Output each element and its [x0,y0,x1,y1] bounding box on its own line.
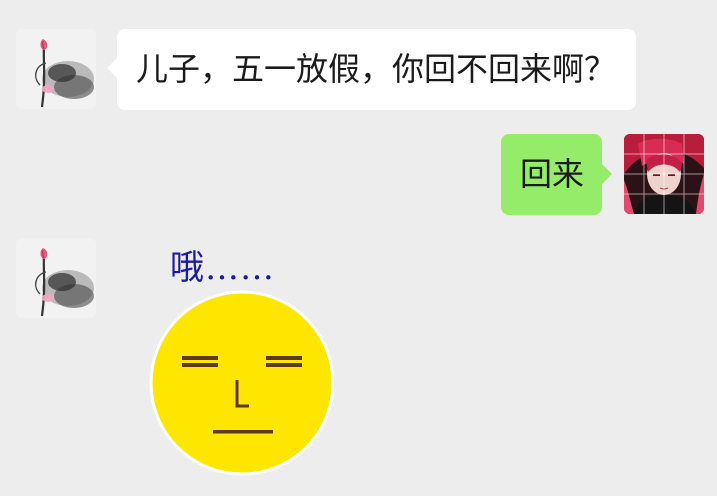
outgoing-message-bubble[interactable]: 回来 [501,134,612,215]
incoming-message-bubble[interactable]: 儿子，五一放假，你回不回来啊？ [107,29,636,110]
sticker-message[interactable]: 哦…… [144,240,344,480]
ink-lotus-avatar-icon [16,29,96,109]
avatar-mom[interactable] [16,29,96,109]
message-text: 回来 [520,155,585,193]
yellow-face-sticker-icon [149,290,334,476]
message-text: 儿子，五一放假，你回不回来啊？ [136,50,617,88]
ink-lotus-avatar-icon [16,238,96,318]
avatar-mom[interactable] [16,238,96,318]
avatar-son[interactable] [624,134,704,214]
red-hair-portrait-avatar-icon [624,134,704,214]
sticker-caption: 哦…… [170,248,275,288]
